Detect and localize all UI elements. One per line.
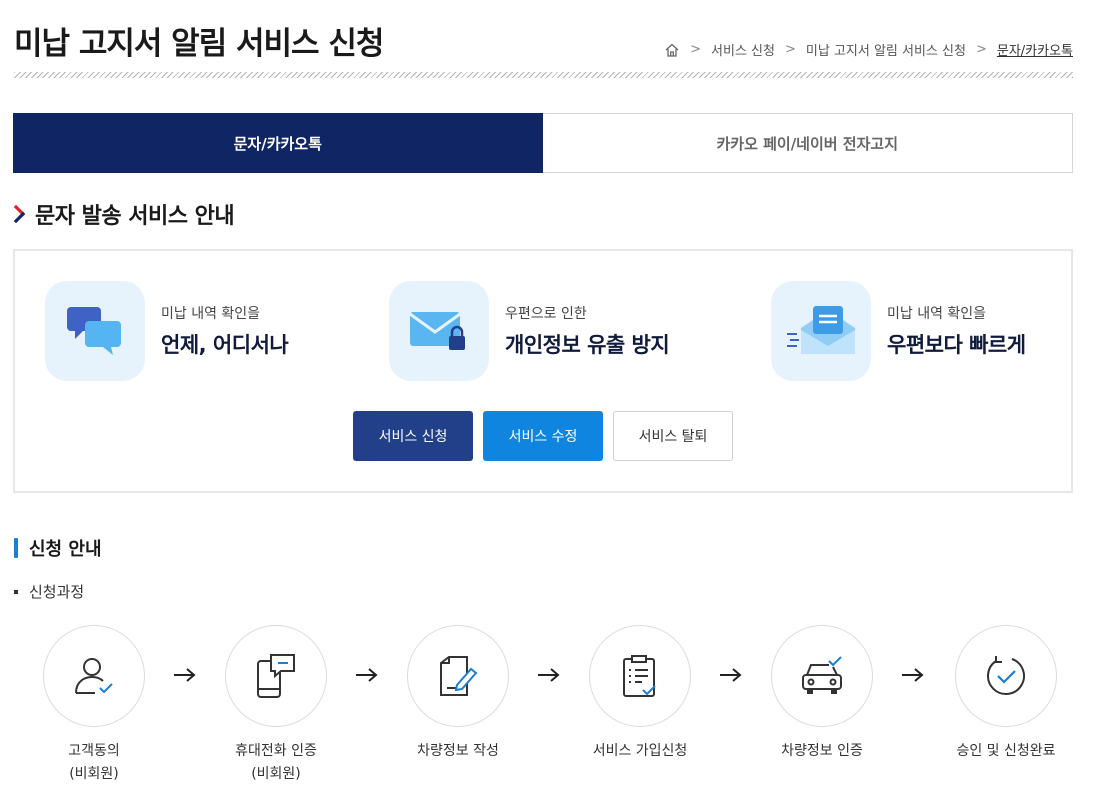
- step-label: 고객동의 (비회원): [68, 743, 120, 782]
- car-check-icon: [802, 656, 842, 694]
- step-circle: [771, 625, 873, 727]
- feature-small-text: 미납 내역 확인을: [887, 306, 987, 322]
- process-label: 신청과정: [14, 581, 84, 602]
- service-button-row: 서비스 신청 서비스 수정 서비스 탈퇴: [353, 411, 733, 461]
- guide-title-text: 신청 안내: [29, 539, 102, 560]
- step-service-apply: 서비스 가입신청: [550, 625, 730, 763]
- step-vehicle-auth: 차량정보 인증: [732, 625, 912, 763]
- feature-anytime: 미납 내역 확인을 언제, 어디서나: [45, 281, 289, 381]
- process-steps: 고객동의 (비회원) 휴대전화 인증 (비회원) 차량정보 작성 서비스 가입신…: [0, 625, 1110, 804]
- feature-privacy: 우편으로 인한 개인정보 유출 방지: [389, 281, 670, 381]
- step-label: 승인 및 신청완료: [956, 743, 1056, 759]
- breadcrumb-separator: >: [975, 42, 987, 57]
- breadcrumb-item-current[interactable]: 문자/카카오톡: [997, 40, 1073, 59]
- feature-icon-box: [389, 281, 489, 381]
- step-phone-auth: 휴대전화 인증 (비회원): [186, 625, 366, 786]
- service-withdraw-button[interactable]: 서비스 탈퇴: [613, 411, 733, 461]
- user-check-icon: [75, 658, 113, 694]
- document-edit-icon: [440, 656, 478, 696]
- step-label: 차량정보 작성: [417, 743, 499, 759]
- feature-icon-box: [771, 281, 871, 381]
- feature-icon-box: [45, 281, 145, 381]
- tab-kakaopay-naver[interactable]: 카카오 페이/네이버 전자고지: [542, 113, 1073, 173]
- step-customer-consent: 고객동의 (비회원): [4, 625, 184, 786]
- step-circle: [589, 625, 691, 727]
- clipboard-check-icon: [623, 655, 656, 697]
- breadcrumb-separator: >: [690, 42, 702, 57]
- step-vehicle-info: 차량정보 작성: [368, 625, 548, 763]
- tab-bar: 문자/카카오톡 카카오 페이/네이버 전자고지: [13, 113, 1073, 173]
- feature-small-text: 우편으로 인한: [505, 306, 587, 322]
- bullet-dot: [14, 589, 18, 594]
- tab-sms-kakaotalk[interactable]: 문자/카카오톡: [13, 113, 543, 173]
- phone-message-icon: [257, 654, 295, 698]
- feature-small-text: 미납 내역 확인을: [161, 306, 261, 322]
- guide-title: 신청 안내: [14, 535, 102, 561]
- home-icon[interactable]: [664, 42, 680, 58]
- step-label: 차량정보 인증: [781, 743, 863, 759]
- envelope-lock-icon: [409, 312, 465, 350]
- process-label-text: 신청과정: [29, 583, 85, 601]
- chevron-right-icon: [14, 205, 26, 223]
- step-label: 휴대전화 인증 (비회원): [235, 743, 317, 782]
- step-circle: [225, 625, 327, 727]
- feature-big-text: 우편보다 빠르게: [887, 333, 1026, 357]
- breadcrumb-item-service-apply[interactable]: 서비스 신청: [711, 40, 775, 59]
- title-accent-bar: [14, 538, 18, 558]
- circle-check-icon: [987, 656, 1025, 695]
- service-info-box: 미납 내역 확인을 언제, 어디서나 우편으로 인한 개인정보 유출 방지 미납…: [13, 249, 1073, 493]
- step-complete: 승인 및 신청완료: [916, 625, 1096, 763]
- fast-mail-icon: [787, 306, 855, 354]
- step-circle: [407, 625, 509, 727]
- feature-big-text: 언제, 어디서나: [161, 333, 289, 357]
- section-title-text: 문자 발송 서비스 안내: [35, 204, 235, 229]
- step-circle: [955, 625, 1057, 727]
- service-apply-button[interactable]: 서비스 신청: [353, 411, 473, 461]
- header-divider: [14, 72, 1073, 78]
- section-title: 문자 발송 서비스 안내: [14, 198, 235, 230]
- page-title: 미납 고지서 알림 서비스 신청: [14, 26, 384, 62]
- breadcrumb-separator: >: [784, 42, 796, 57]
- feature-faster: 미납 내역 확인을 우편보다 빠르게: [771, 281, 1026, 381]
- step-circle: [43, 625, 145, 727]
- feature-big-text: 개인정보 유출 방지: [505, 333, 670, 357]
- chat-bubbles-icon: [67, 307, 121, 355]
- service-modify-button[interactable]: 서비스 수정: [483, 411, 603, 461]
- step-label: 서비스 가입신청: [592, 743, 688, 759]
- breadcrumb-item-unpaid-notice[interactable]: 미납 고지서 알림 서비스 신청: [806, 40, 966, 59]
- breadcrumb: > 서비스 신청 > 미납 고지서 알림 서비스 신청 > 문자/카카오톡: [664, 40, 1073, 59]
